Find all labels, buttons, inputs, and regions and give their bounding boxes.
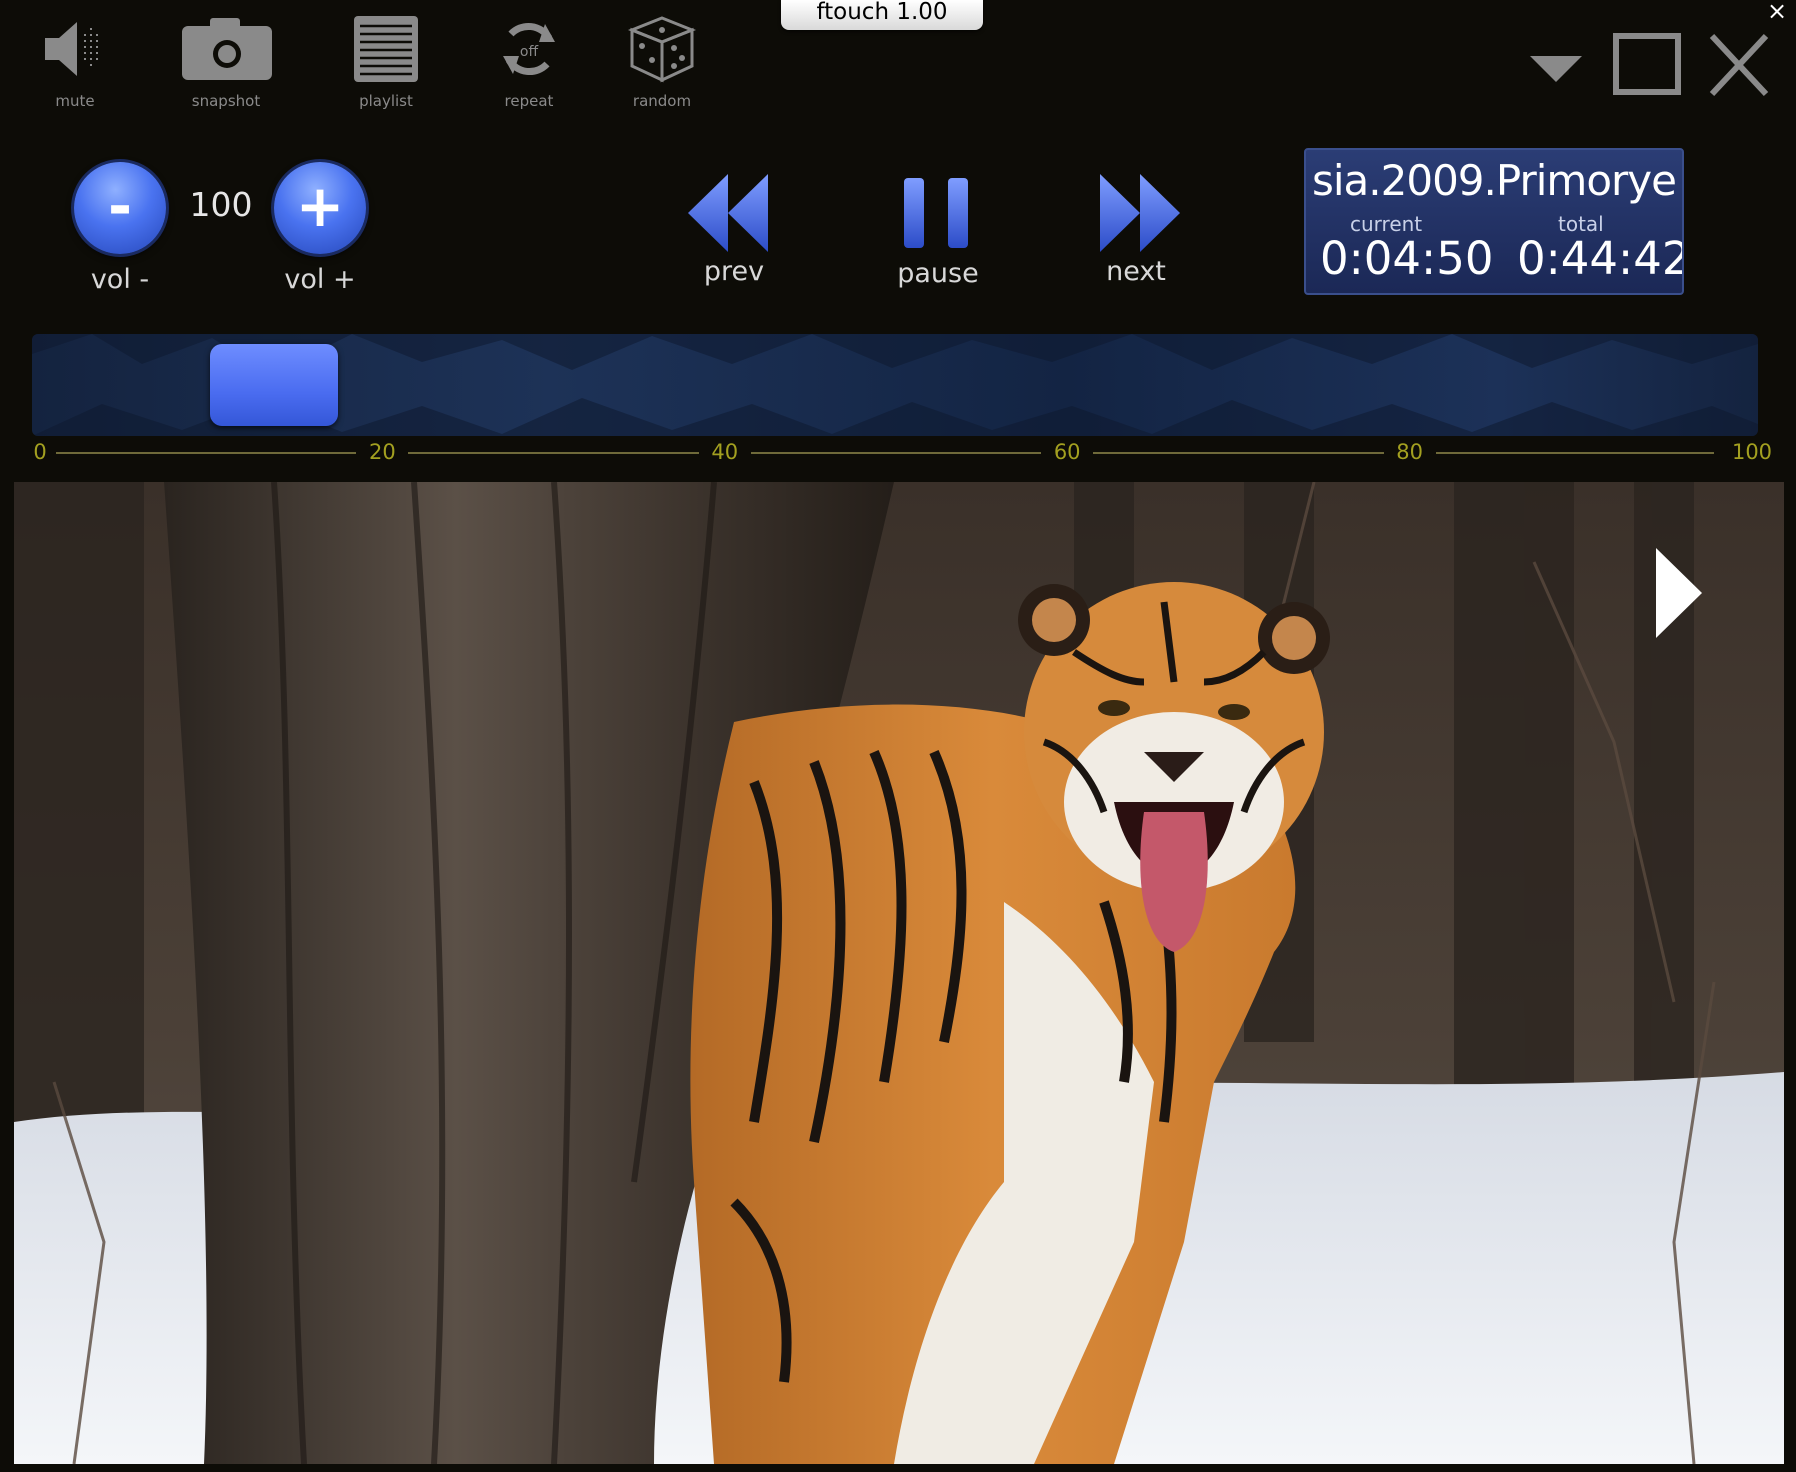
mute-button[interactable]: mute xyxy=(20,14,130,110)
plus-icon: + xyxy=(295,172,345,240)
window-title: ftouch 1.00 xyxy=(781,0,983,30)
media-player-window: ftouch 1.00 × mute snapshot playlist off… xyxy=(0,0,1796,1472)
scale-segment xyxy=(1093,452,1384,454)
speaker-icon xyxy=(45,22,98,76)
dice-icon xyxy=(627,16,697,83)
seek-bar[interactable] xyxy=(32,334,1758,436)
next-label: next xyxy=(1106,256,1166,287)
video-frame xyxy=(14,482,1784,1464)
pause-label: pause xyxy=(897,258,979,289)
pause-icon xyxy=(904,178,968,248)
volume-up-label: vol + xyxy=(284,264,356,295)
total-time: 0:44:42 xyxy=(1517,232,1684,285)
current-time: 0:04:50 xyxy=(1320,232,1494,285)
minimize-button[interactable] xyxy=(1524,30,1588,94)
scale-segment xyxy=(750,452,1042,454)
seek-scale: 0 20 40 60 80 100 xyxy=(0,432,1796,472)
maximize-icon xyxy=(1613,33,1681,95)
volume-down-label: vol - xyxy=(90,264,150,295)
video-image xyxy=(14,482,1784,1464)
next-overlay-arrow-icon[interactable] xyxy=(1652,544,1706,642)
snapshot-button[interactable]: snapshot xyxy=(171,14,281,110)
volume-value: 100 xyxy=(189,185,253,224)
scale-segment xyxy=(56,452,357,454)
prev-label: prev xyxy=(703,256,765,287)
close-button[interactable] xyxy=(1706,30,1772,104)
repeat-state: off xyxy=(520,44,539,60)
mute-label: mute xyxy=(55,92,95,110)
scale-tick-label: 0 xyxy=(33,440,47,464)
playlist-button[interactable]: playlist xyxy=(331,14,441,110)
prev-button[interactable] xyxy=(682,170,776,256)
rewind-icon xyxy=(688,174,768,252)
scale-tick-label: 40 xyxy=(711,440,739,464)
playlist-icon xyxy=(354,16,418,82)
volume-up-button[interactable]: + xyxy=(274,162,366,254)
fast-forward-icon xyxy=(1100,174,1180,252)
dropdown-arrow-icon xyxy=(1530,56,1582,82)
volume-down-button[interactable]: - xyxy=(74,162,166,254)
camera-icon xyxy=(182,18,272,80)
corner-close-button[interactable]: × xyxy=(1762,0,1792,24)
close-icon xyxy=(1709,33,1769,97)
random-button[interactable]: random xyxy=(607,14,717,110)
filename-text: sia.2009.Primorye-I xyxy=(1312,156,1676,205)
maximize-button[interactable] xyxy=(1610,30,1686,104)
repeat-button[interactable]: off repeat xyxy=(474,14,584,110)
scale-segment xyxy=(408,452,699,454)
playlist-label: playlist xyxy=(359,92,413,110)
repeat-label: repeat xyxy=(504,92,554,110)
now-playing-display: sia.2009.Primorye-I current total 0:04:5… xyxy=(1304,148,1684,295)
repeat-icon: off xyxy=(503,22,555,76)
scale-tick-label: 60 xyxy=(1053,440,1081,464)
random-label: random xyxy=(632,92,692,110)
snapshot-label: snapshot xyxy=(191,92,261,110)
pause-button[interactable] xyxy=(900,176,972,250)
scale-tick-label: 20 xyxy=(369,440,396,464)
minus-icon: - xyxy=(107,172,133,240)
scale-tick-label: 100 xyxy=(1731,440,1773,464)
scale-tick-label: 80 xyxy=(1396,440,1423,464)
next-button[interactable] xyxy=(1094,170,1188,256)
scale-segment xyxy=(1435,452,1714,454)
seek-thumb[interactable] xyxy=(209,344,338,426)
